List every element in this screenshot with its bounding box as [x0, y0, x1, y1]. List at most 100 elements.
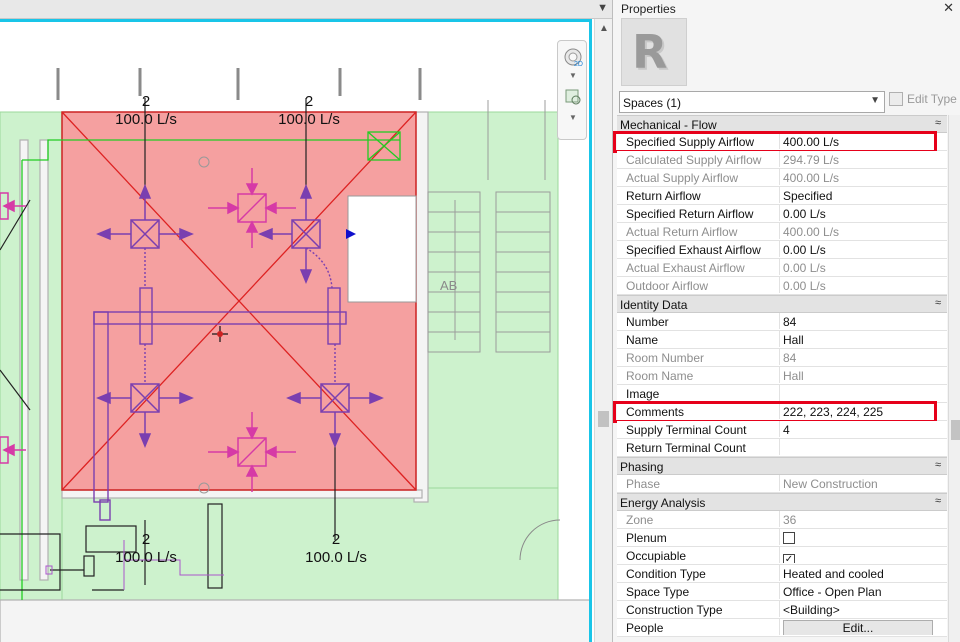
property-row-specified-supply-airflow[interactable]: Specified Supply Airflow 400.00 L/s	[613, 131, 947, 153]
type-selector-dropdown[interactable]: Spaces (1) ▼	[619, 91, 885, 113]
property-row-outdoor-airflow[interactable]: Outdoor Airflow 0.00 L/s	[617, 277, 947, 295]
collapse-icon[interactable]: ≈	[935, 297, 941, 309]
edit-button[interactable]: Edit...	[783, 620, 933, 635]
floor-plan-svg[interactable]: AB 2 100.0 L/s 2 100.0 L/s 2 100.0 L/s 2…	[0, 19, 592, 642]
property-name: Phase	[626, 477, 661, 491]
collapse-icon[interactable]: ≈	[935, 495, 941, 507]
property-row-return-terminal-count[interactable]: Return Terminal Count	[617, 439, 947, 457]
property-name: Return Terminal Count	[626, 441, 746, 455]
airflow-tag-count: 2	[332, 531, 340, 548]
stair-tag: AB	[440, 278, 457, 293]
zoom-region-icon[interactable]	[563, 87, 583, 107]
property-name: Name	[626, 333, 659, 347]
property-name: Specified Exhaust Airflow	[626, 243, 761, 257]
property-value: 400.00 L/s	[779, 223, 945, 239]
group-phasing[interactable]: Phasing ≈	[617, 457, 947, 475]
group-identity-data[interactable]: Identity Data ≈	[617, 295, 947, 313]
scroll-up-icon[interactable]: ▲	[599, 23, 609, 34]
property-name: Room Number	[626, 351, 705, 365]
group-label: Identity Data	[620, 298, 688, 312]
properties-scrollbar[interactable]	[948, 115, 960, 642]
property-row-occupiable[interactable]: Occupiable ✓	[617, 547, 947, 565]
property-row-calculated-supply-airflow[interactable]: Calculated Supply Airflow 294.79 L/s	[617, 151, 947, 169]
property-value[interactable]: ✓	[779, 547, 945, 563]
property-row-condition-type[interactable]: Condition Type Heated and cooled	[617, 565, 947, 583]
property-row-phase[interactable]: Phase New Construction	[617, 475, 947, 493]
property-row-plenum[interactable]: Plenum	[617, 529, 947, 547]
2d-steering-wheel-icon[interactable]: 2D	[563, 47, 583, 67]
airflow-tag-count: 2	[305, 93, 313, 110]
property-name: Number	[626, 315, 669, 329]
property-value[interactable]: 400.00 L/s	[779, 133, 945, 149]
airflow-tag-flow: 100.0 L/s	[305, 549, 367, 566]
property-row-construction-type[interactable]: Construction Type <Building>	[617, 601, 947, 619]
property-value[interactable]	[779, 385, 945, 401]
property-value[interactable]: 4	[779, 421, 945, 437]
edit-type-button[interactable]: Edit Type	[889, 92, 957, 112]
property-row-people[interactable]: People Edit...	[617, 619, 947, 637]
type-selector-value: Spaces (1)	[623, 96, 682, 110]
property-value[interactable]: Office - Open Plan	[779, 583, 945, 599]
property-row-zone[interactable]: Zone 36	[617, 511, 947, 529]
close-icon[interactable]: ✕	[943, 0, 954, 16]
property-name: Comments	[626, 405, 685, 419]
property-name: Zone	[626, 513, 654, 527]
property-row-return-airflow[interactable]: Return Airflow Specified	[617, 187, 947, 205]
scroll-thumb[interactable]	[598, 411, 609, 427]
property-row-actual-return-airflow[interactable]: Actual Return Airflow 400.00 L/s	[617, 223, 947, 241]
group-mechanical-flow[interactable]: Mechanical - Flow ≈	[617, 115, 947, 133]
view-tab-bar: ▼	[0, 0, 612, 19]
property-row-comments[interactable]: Comments 222, 223, 224, 225	[613, 401, 947, 423]
property-value[interactable]: 84	[779, 313, 945, 329]
property-value[interactable]: Specified	[779, 187, 945, 203]
property-name: Specified Supply Airflow	[626, 135, 755, 149]
property-value[interactable]: Hall	[779, 331, 945, 347]
property-row-specified-exhaust-airflow[interactable]: Specified Exhaust Airflow 0.00 L/s	[617, 241, 947, 259]
property-name: Return Airflow	[626, 189, 701, 203]
collapse-icon[interactable]: ≈	[935, 117, 941, 129]
property-row-name[interactable]: Name Hall	[617, 331, 947, 349]
airflow-tag-flow: 100.0 L/s	[278, 111, 340, 128]
property-name: Image	[626, 387, 660, 401]
properties-palette: Properties ✕ R Spaces (1) ▼ Edit Type Me…	[612, 0, 960, 642]
chevron-down-icon: ▼	[870, 95, 880, 106]
edit-type-label: Edit Type	[907, 92, 957, 106]
nav-dropdown-icon[interactable]: ▼	[569, 71, 577, 80]
property-value[interactable]: Edit...	[779, 619, 945, 635]
nav-dropdown-icon[interactable]: ▼	[569, 113, 577, 122]
checkbox-icon[interactable]	[783, 532, 795, 544]
svg-text:2D: 2D	[574, 61, 583, 67]
collapse-icon[interactable]: ≈	[935, 459, 941, 471]
property-row-actual-exhaust-airflow[interactable]: Actual Exhaust Airflow 0.00 L/s	[617, 259, 947, 277]
group-label: Phasing	[620, 460, 664, 474]
group-energy-analysis[interactable]: Energy Analysis ≈	[617, 493, 947, 511]
property-name: Room Name	[626, 369, 694, 383]
property-value[interactable]	[779, 529, 945, 545]
property-name: Outdoor Airflow	[626, 279, 709, 293]
floor-plan-view[interactable]: AB 2 100.0 L/s 2 100.0 L/s 2 100.0 L/s 2…	[0, 19, 592, 642]
property-value[interactable]: 222, 223, 224, 225	[779, 403, 945, 419]
property-value[interactable]: 0.00 L/s	[779, 241, 945, 257]
checkbox-checked-icon[interactable]: ✓	[783, 554, 795, 563]
property-value[interactable]: Heated and cooled	[779, 565, 945, 581]
airflow-tag[interactable]: 2 100.0 L/s	[115, 93, 177, 128]
property-row-supply-terminal-count[interactable]: Supply Terminal Count 4	[617, 421, 947, 439]
property-row-space-type[interactable]: Space Type Office - Open Plan	[617, 583, 947, 601]
view-tab-dropdown-icon[interactable]: ▼	[597, 2, 608, 14]
property-row-actual-supply-airflow[interactable]: Actual Supply Airflow 400.00 L/s	[617, 169, 947, 187]
property-row-room-name[interactable]: Room Name Hall	[617, 367, 947, 385]
airflow-tag-flow: 100.0 L/s	[115, 549, 177, 566]
drawing-vertical-scrollbar[interactable]: ▲	[594, 19, 612, 642]
scroll-thumb[interactable]	[951, 420, 960, 440]
property-value[interactable]: <Building>	[779, 601, 945, 617]
property-row-image[interactable]: Image	[617, 385, 947, 403]
property-row-room-number[interactable]: Room Number 84	[617, 349, 947, 367]
property-name: People	[626, 621, 664, 635]
airflow-tag[interactable]: 2 100.0 L/s	[278, 93, 340, 128]
property-row-number[interactable]: Number 84	[617, 313, 947, 331]
property-value[interactable]: 0.00 L/s	[779, 205, 945, 221]
property-row-specified-return-airflow[interactable]: Specified Return Airflow 0.00 L/s	[617, 205, 947, 223]
edit-type-icon	[889, 92, 903, 106]
property-name: Condition Type	[626, 567, 706, 581]
property-value[interactable]	[779, 439, 945, 455]
